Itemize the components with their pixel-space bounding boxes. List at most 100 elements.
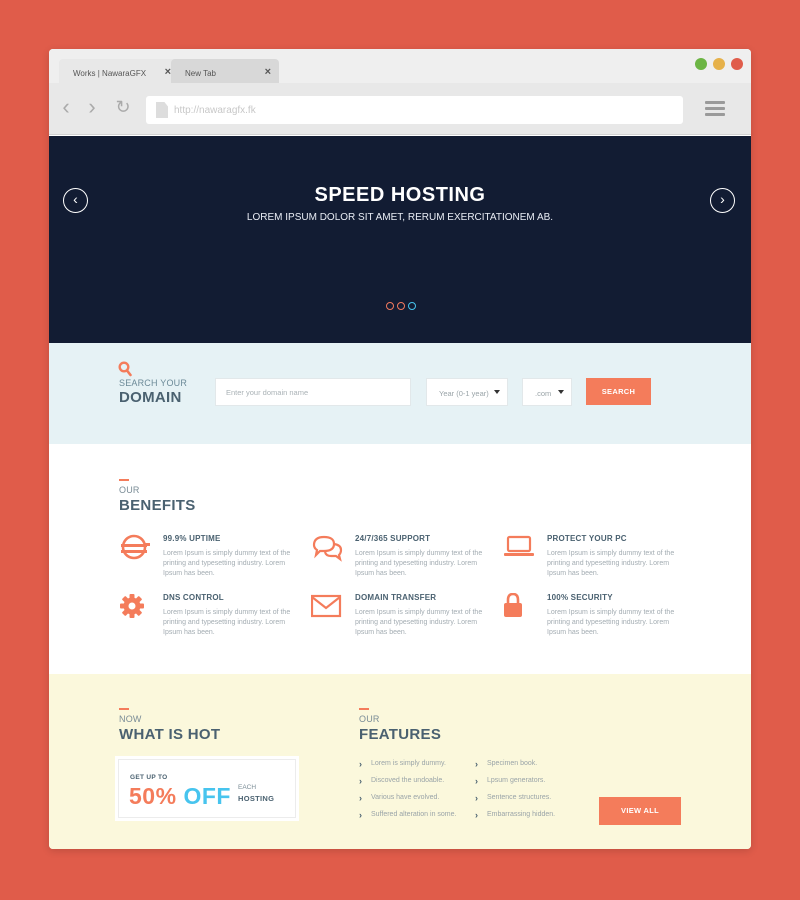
benefit-transfer: DOMAIN TRANSFER Lorem Ipsum is simply du… — [311, 593, 491, 648]
domain-search-heading: DOMAIN — [119, 389, 182, 406]
chevron-right-icon: › — [475, 776, 478, 786]
hamburger-menu-icon[interactable] — [705, 101, 725, 117]
hero-title: SPEED HOSTING — [314, 184, 486, 206]
feature-item: › Lpsum generators. — [475, 776, 546, 786]
benefit-text: Lorem Ipsum is simply dummy text of the … — [355, 550, 483, 577]
back-icon[interactable]: ‹ — [55, 96, 77, 119]
slide-indicator[interactable] — [386, 302, 394, 310]
benefits-section: OUR BENEFITS 99.9% UPTIME Lorem Ipsum is… — [49, 444, 751, 674]
tab-bar: Works | NawaraGFX × New Tab × — [49, 49, 751, 83]
feature-text: Specimen book. — [487, 760, 538, 767]
envelope-icon — [311, 594, 342, 618]
promo-discount: 50% OFF — [129, 783, 231, 810]
year-select-value: Year (0-1 year) — [439, 389, 489, 398]
gear-icon — [120, 594, 144, 618]
features-label: OUR — [359, 714, 380, 724]
maximize-button[interactable] — [695, 58, 707, 70]
feature-text: Embarrassing hidden. — [487, 811, 556, 818]
feature-text: Discoved the undoable. — [371, 777, 445, 784]
address-bar[interactable] — [146, 96, 683, 124]
tld-select-value: .com — [535, 389, 552, 398]
tab-works[interactable]: Works | NawaraGFX × — [59, 59, 179, 83]
slider-indicators — [386, 302, 416, 310]
benefit-text: Lorem Ipsum is simply dummy text of the … — [163, 609, 291, 636]
year-select[interactable]: Year (0-1 year) — [426, 378, 508, 406]
features-heading: FEATURES — [359, 726, 442, 743]
benefits-label: OUR — [119, 485, 140, 495]
feature-text: Suffered alteration in some. — [371, 811, 457, 818]
chat-icon — [312, 535, 343, 562]
chevron-right-icon: › — [359, 759, 362, 769]
benefit-text: Lorem Ipsum is simply dummy text of the … — [547, 609, 675, 636]
feature-text: Sentence structures. — [487, 794, 552, 801]
browser-toolbar: ‹ › ↻ — [49, 83, 751, 135]
benefit-title: 99.9% UPTIME — [163, 534, 221, 543]
feature-text: Lorem is simply dummy. — [371, 760, 446, 767]
feature-item: › Discoved the undoable. — [359, 776, 445, 786]
view-all-button[interactable]: VIEW ALL — [599, 797, 681, 825]
feature-item: › Embarrassing hidden. — [475, 810, 556, 820]
slide-indicator-active[interactable] — [408, 302, 416, 310]
section-accent-dash — [119, 479, 129, 481]
feature-text: Lpsum generators. — [487, 777, 546, 784]
benefits-heading: BENEFITS — [119, 497, 196, 514]
feature-item: › Lorem is simply dummy. — [359, 759, 446, 769]
benefit-text: Lorem Ipsum is simply dummy text of the … — [163, 550, 291, 577]
benefit-text: Lorem Ipsum is simply dummy text of the … — [547, 550, 675, 577]
window-controls — [695, 58, 743, 70]
slider-next-button[interactable]: › — [710, 188, 735, 213]
hero-subtitle: LOREM IPSUM DOLOR SIT AMET, RERUM EXERCI… — [246, 212, 554, 223]
domain-name-input[interactable] — [216, 379, 410, 405]
close-window-button[interactable] — [731, 58, 743, 70]
benefit-protect: PROTECT YOUR PC Lorem Ipsum is simply du… — [503, 534, 683, 589]
hot-heading: WHAT IS HOT — [119, 726, 221, 743]
promo-card[interactable]: GET UP TO 50% OFF EACH HOSTING — [115, 756, 299, 821]
close-tab-icon[interactable]: × — [265, 66, 271, 78]
chevron-right-icon: › — [475, 759, 478, 769]
domain-search-label: SEARCH YOUR — [119, 378, 188, 388]
benefit-uptime: 99.9% UPTIME Lorem Ipsum is simply dummy… — [119, 534, 299, 589]
domain-search-section: SEARCH YOUR DOMAIN Year (0-1 year) .com … — [49, 343, 751, 444]
page-icon — [156, 102, 168, 118]
hot-features-section: NOW WHAT IS HOT GET UP TO 50% OFF EACH H… — [49, 674, 751, 849]
server-icon — [121, 534, 150, 560]
chevron-right-icon: › — [359, 776, 362, 786]
url-input[interactable] — [174, 96, 654, 124]
benefit-text: Lorem Ipsum is simply dummy text of the … — [355, 609, 483, 636]
promo-percent: 50% — [129, 783, 177, 809]
search-button[interactable]: SEARCH — [586, 378, 651, 405]
chevron-right-icon: › — [359, 793, 362, 803]
benefit-title: DNS CONTROL — [163, 593, 224, 602]
chevron-down-icon — [558, 390, 564, 394]
promo-get-text: GET UP TO — [130, 774, 168, 781]
chevron-right-icon: › — [475, 810, 478, 820]
feature-item: › Suffered alteration in some. — [359, 810, 457, 820]
tab-label: New Tab — [185, 69, 216, 78]
chevron-right-icon: › — [359, 810, 362, 820]
benefit-security: 100% SECURITY Lorem Ipsum is simply dumm… — [503, 593, 683, 648]
feature-item: › Specimen book. — [475, 759, 538, 769]
minimize-button[interactable] — [713, 58, 725, 70]
promo-hosting: HOSTING — [238, 794, 275, 803]
tab-label: Works | NawaraGFX — [73, 69, 147, 78]
lock-icon — [504, 593, 522, 617]
browser-window: Works | NawaraGFX × New Tab × ‹ › ↻ ‹ SP… — [49, 49, 751, 849]
feature-item: › Various have evolved. — [359, 793, 439, 803]
forward-icon[interactable]: › — [81, 96, 103, 119]
tld-select[interactable]: .com — [522, 378, 572, 406]
domain-input-wrapper — [215, 378, 411, 406]
slide-indicator[interactable] — [397, 302, 405, 310]
chevron-right-icon: › — [475, 793, 478, 803]
tab-new[interactable]: New Tab × — [171, 59, 279, 83]
benefit-support: 24/7/365 SUPPORT Lorem Ipsum is simply d… — [311, 534, 491, 589]
promo-each: EACH — [238, 784, 257, 791]
hot-label: NOW — [119, 714, 142, 724]
reload-icon[interactable]: ↻ — [112, 97, 134, 119]
section-accent-dash — [359, 708, 369, 710]
hero-slider: ‹ SPEED HOSTING LOREM IPSUM DOLOR SIT AM… — [49, 136, 751, 343]
laptop-icon — [504, 535, 534, 556]
feature-item: › Sentence structures. — [475, 793, 552, 803]
section-accent-dash — [119, 708, 129, 710]
benefit-title: 24/7/365 SUPPORT — [355, 534, 431, 543]
promo-off: OFF — [183, 783, 231, 809]
